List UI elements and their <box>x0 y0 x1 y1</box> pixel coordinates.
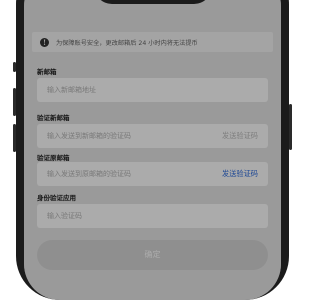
send-code-new-email-button[interactable]: 发送验证码 <box>222 131 258 141</box>
send-code-old-email-button[interactable]: 发送验证码 <box>222 169 258 179</box>
phone-side-button <box>13 124 16 152</box>
authenticator-label: 身份验证应用 <box>37 194 76 202</box>
phone-notch <box>93 0 212 4</box>
security-notice: ! 为保障账号安全，更改邮箱后 24 小时内将无法提币 <box>32 32 273 52</box>
phone-screen: ! 为保障账号安全，更改邮箱后 24 小时内将无法提币 新邮箱 输入新邮箱地址 … <box>24 0 281 300</box>
verify-new-email-code-input[interactable]: 输入发送到新邮箱的验证码 发送验证码 <box>37 124 268 148</box>
phone-power-button <box>289 104 292 150</box>
notice-text: 为保障账号安全，更改邮箱后 24 小时内将无法提币 <box>56 39 198 47</box>
info-icon: ! <box>40 37 49 47</box>
authenticator-placeholder: 输入验证码 <box>47 212 82 220</box>
verify-old-email-placeholder: 输入发送到原邮箱的验证码 <box>47 170 131 178</box>
verify-new-email-placeholder: 输入发送到新邮箱的验证码 <box>47 132 131 140</box>
authenticator-code-input[interactable]: 输入验证码 <box>37 204 268 228</box>
new-email-input[interactable]: 输入新邮箱地址 <box>37 78 268 102</box>
verify-old-email-label: 验证原邮箱 <box>37 154 70 162</box>
new-email-placeholder: 输入新邮箱地址 <box>47 86 96 94</box>
confirm-button-label: 确定 <box>144 250 161 259</box>
verify-new-email-label: 验证新邮箱 <box>37 114 70 122</box>
confirm-button[interactable]: 确定 <box>37 240 268 270</box>
phone-side-button <box>13 88 16 116</box>
new-email-label: 新邮箱 <box>37 68 57 76</box>
phone-side-button <box>13 62 16 72</box>
verify-old-email-code-input[interactable]: 输入发送到原邮箱的验证码 发送验证码 <box>37 162 268 186</box>
